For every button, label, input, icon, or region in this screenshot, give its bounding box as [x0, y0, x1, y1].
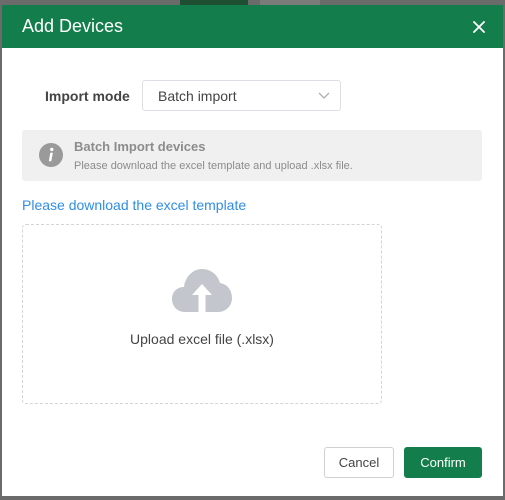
notice-title: Batch Import devices: [74, 139, 206, 154]
upload-label: Upload excel file (.xlsx): [130, 331, 274, 347]
add-devices-dialog: Add Devices Import mode Batch import Bat…: [2, 5, 503, 496]
info-icon: [39, 143, 63, 167]
download-template-link[interactable]: Please download the excel template: [22, 197, 246, 213]
cloud-upload-icon: [171, 268, 233, 314]
close-icon[interactable]: [473, 21, 485, 33]
dialog-header: Add Devices: [2, 5, 503, 48]
cancel-button[interactable]: Cancel: [324, 447, 394, 478]
import-mode-row: Import mode Batch import: [2, 80, 503, 111]
upload-dropzone[interactable]: Upload excel file (.xlsx): [22, 224, 382, 404]
import-mode-select[interactable]: Batch import: [142, 80, 341, 111]
chevron-down-icon: [318, 90, 330, 100]
import-mode-value: Batch import: [158, 88, 237, 104]
confirm-button[interactable]: Confirm: [404, 447, 482, 478]
info-notice: Batch Import devices Please download the…: [22, 130, 482, 181]
dialog-title: Add Devices: [22, 16, 124, 36]
notice-description: Please download the excel template and u…: [74, 160, 353, 172]
import-mode-label: Import mode: [45, 88, 130, 104]
